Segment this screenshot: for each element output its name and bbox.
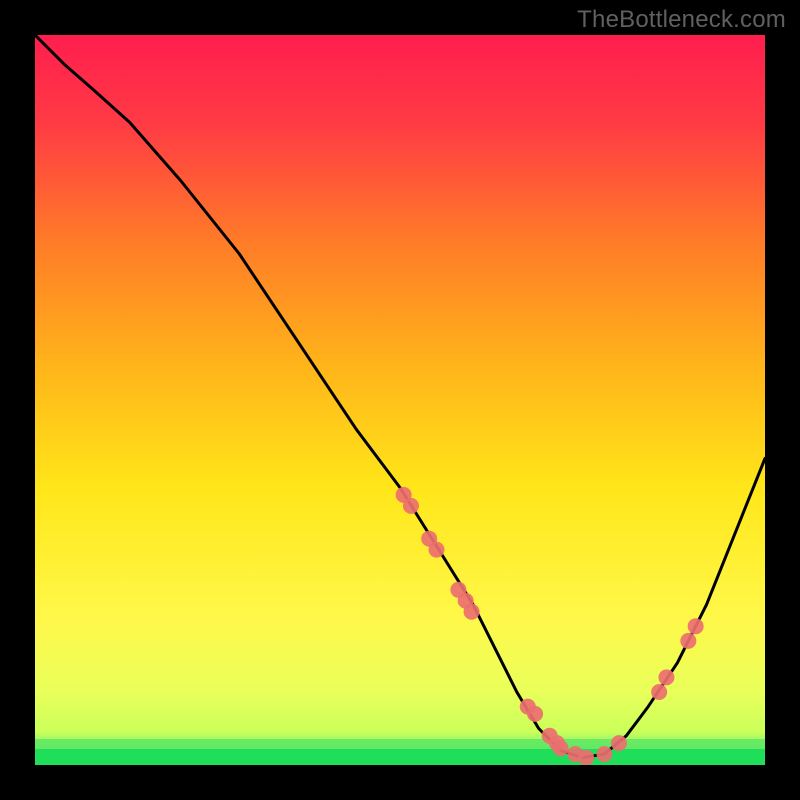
bottom-green-band-2	[35, 739, 765, 749]
marker-point	[658, 669, 674, 685]
chart-frame: TheBottleneck.com	[0, 0, 800, 800]
marker-point	[464, 604, 480, 620]
marker-point	[578, 750, 594, 765]
marker-point	[429, 542, 445, 558]
plot-area	[35, 35, 765, 765]
marker-point	[553, 740, 569, 756]
chart-svg	[35, 35, 765, 765]
marker-point	[403, 498, 419, 514]
watermark-text: TheBottleneck.com	[577, 6, 786, 34]
marker-point	[680, 633, 696, 649]
marker-point	[651, 684, 667, 700]
plot-background	[35, 35, 765, 765]
marker-point	[611, 735, 627, 751]
marker-point	[688, 618, 704, 634]
bottom-green-band	[35, 749, 765, 765]
marker-point	[596, 746, 612, 762]
marker-point	[527, 706, 543, 722]
